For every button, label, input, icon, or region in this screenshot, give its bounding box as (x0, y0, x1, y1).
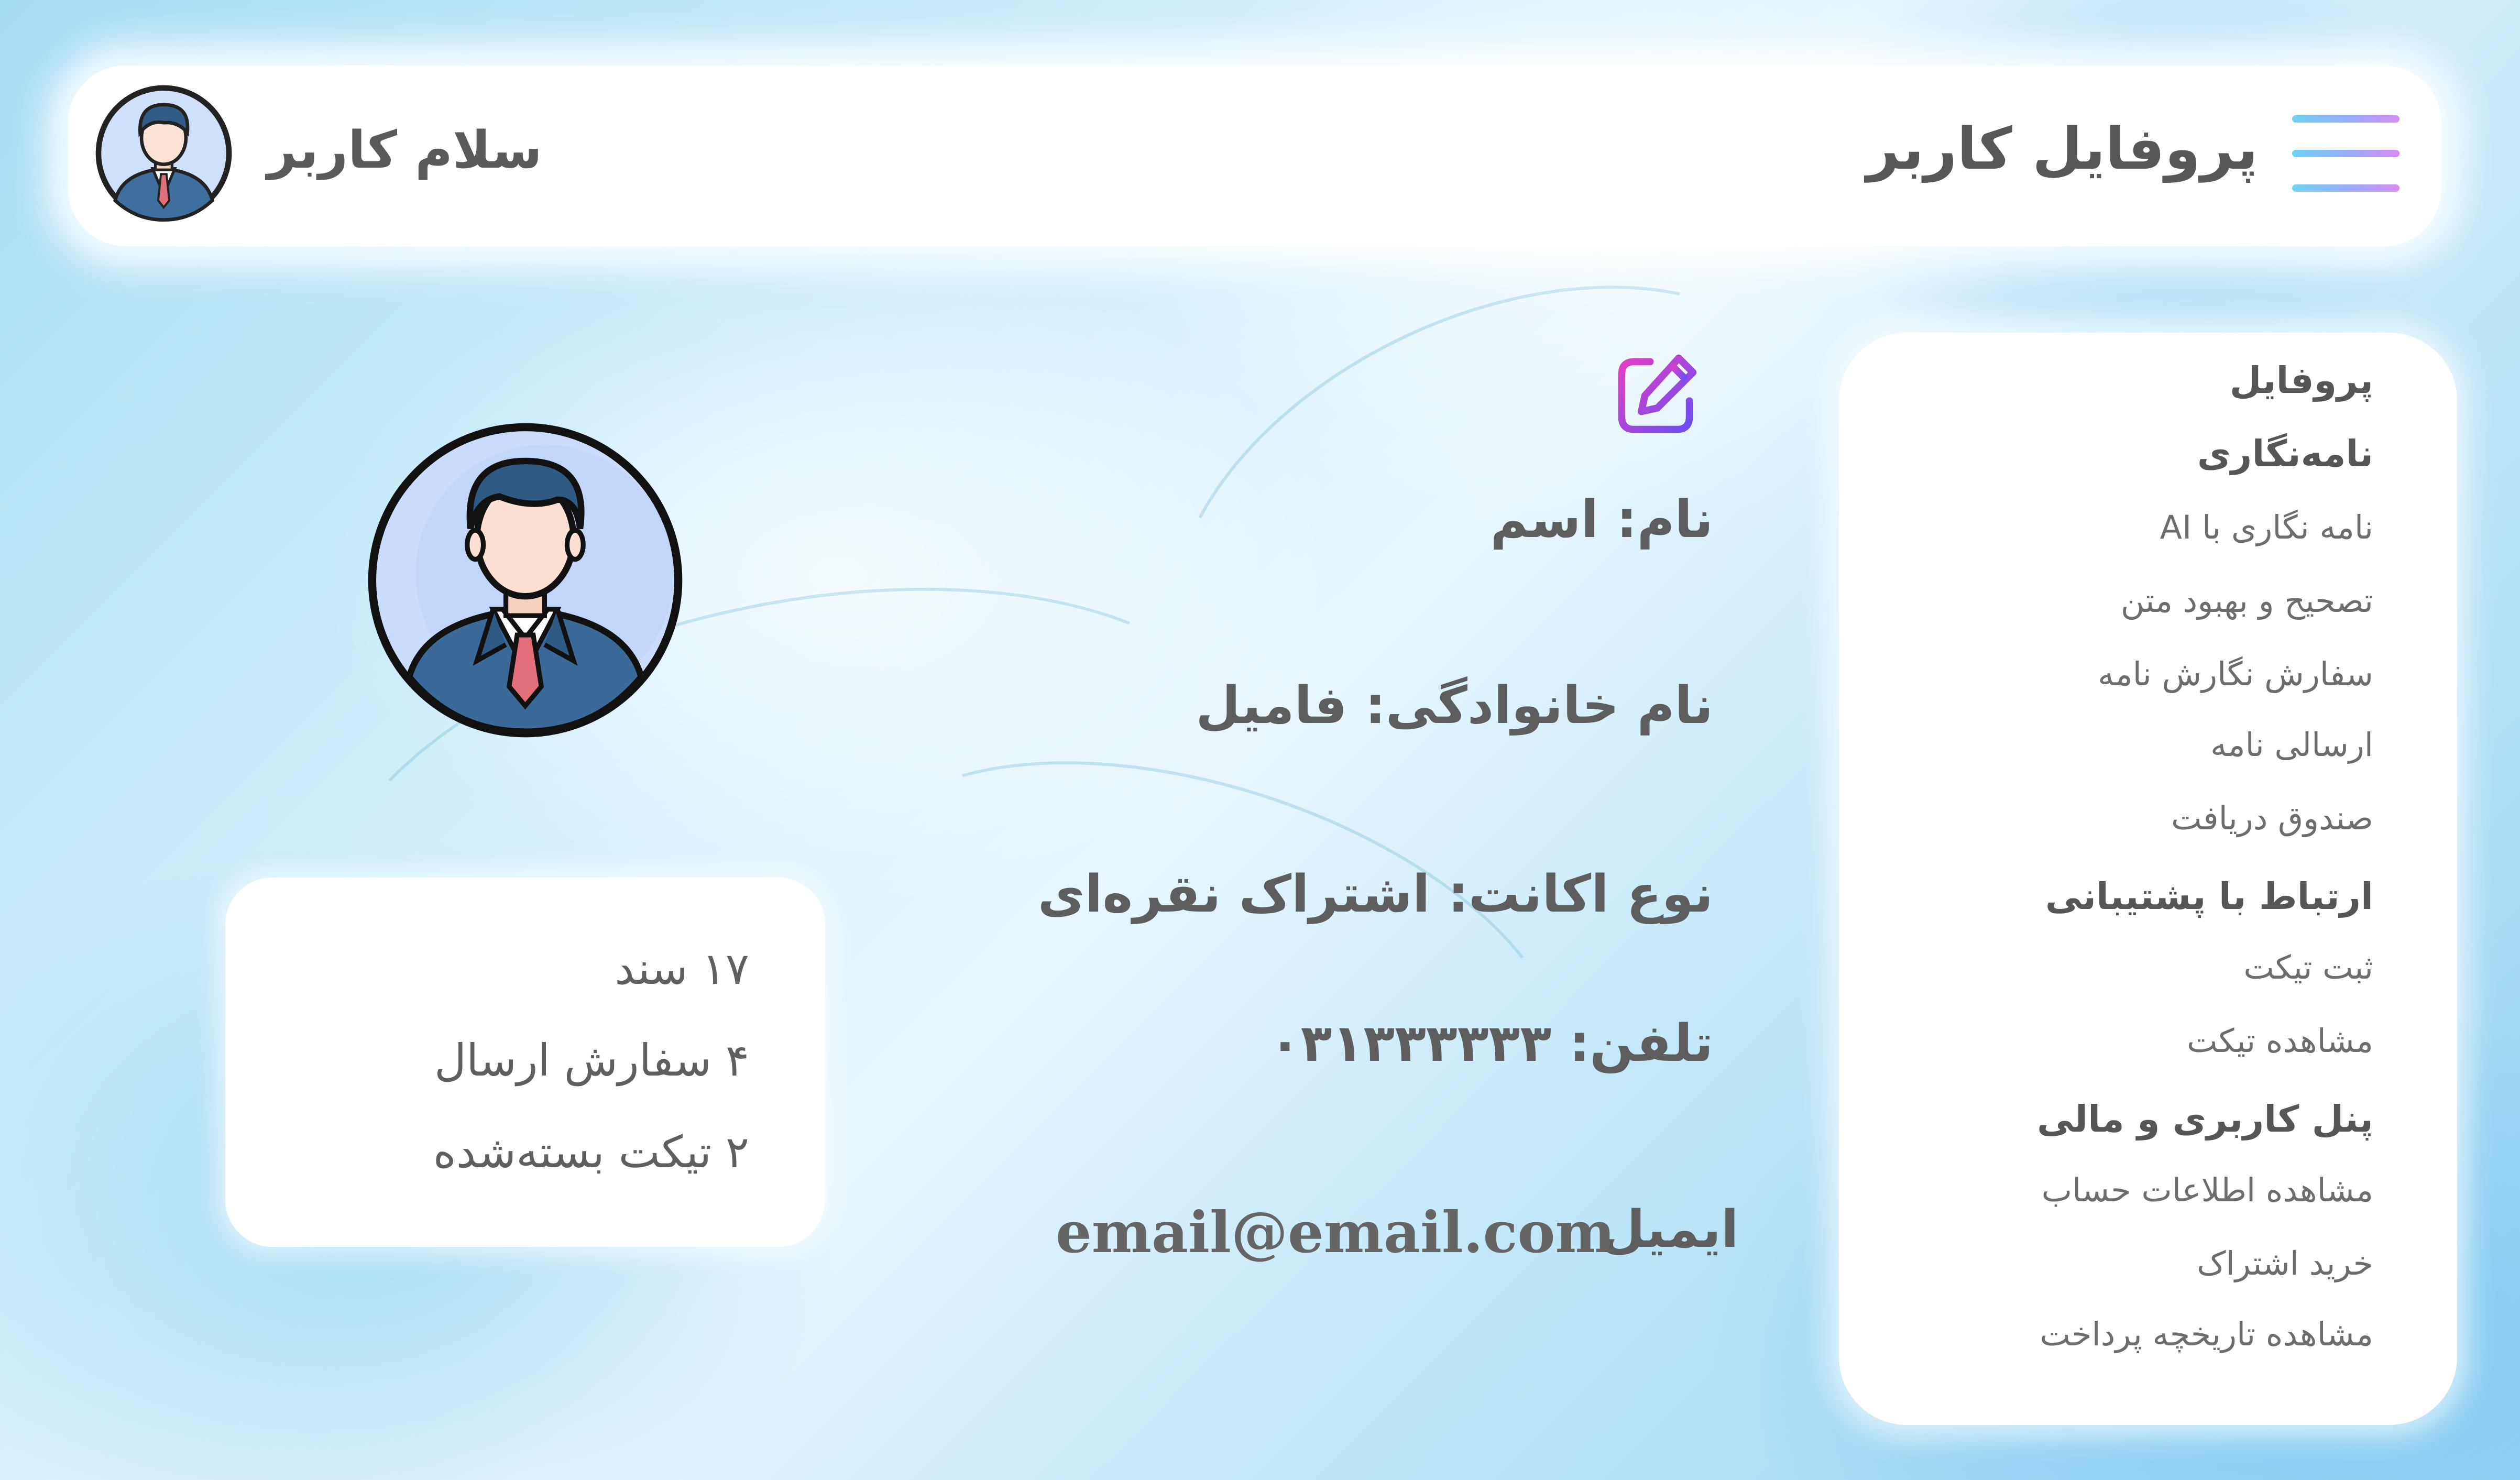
sidebar-item-ai-letter[interactable]: نامه نگاری با AI (2160, 508, 2373, 546)
hamburger-menu-icon[interactable] (2292, 115, 2400, 194)
sidebar-item-view-tickets[interactable]: مشاهده تیکت (2187, 1022, 2373, 1060)
profile-name: نام: اسم (1490, 490, 1713, 550)
stat-tickets: ۲ تیکت بسته‌شده (433, 1126, 749, 1178)
page-title: پروفایل کاربر (1866, 115, 2258, 182)
sidebar-section-account-finance[interactable]: پنل کاربری و مالی (2037, 1098, 2373, 1141)
sidebar-section-letter-writing[interactable]: نامه‌نگاری (2197, 432, 2373, 475)
header-greeting: سلام کاربر (267, 120, 542, 180)
profile-phone: تلفن: ۰۳۱۳۳۳۳۳۳ (1269, 1014, 1713, 1073)
sidebar-item-payment-history[interactable]: مشاهده تاریخچه پرداخت (2040, 1315, 2373, 1353)
header-avatar-icon[interactable] (94, 84, 233, 223)
sidebar-menu: پروفایل نامه‌نگاری نامه نگاری با AI تصحی… (1839, 333, 2457, 1425)
email-label: ایمیل (1601, 1200, 1739, 1259)
profile-avatar-icon (368, 423, 683, 738)
stats-card: ۱۷ سند ۴ سفارش ارسال ۲ تیکت بسته‌شده (225, 878, 825, 1247)
profile-account-type: نوع اکانت: اشتراک نقره‌ای (1037, 864, 1713, 924)
sidebar-item-sent-letters[interactable]: ارسالی نامه (2210, 726, 2373, 764)
sidebar-item-buy-subscription[interactable]: خرید اشتراک (2197, 1244, 2373, 1282)
edit-icon[interactable] (1611, 351, 1700, 440)
stat-documents: ۱۷ سند (615, 943, 749, 994)
sidebar-section-support[interactable]: ارتباط با پشتیبانی (2045, 875, 2373, 918)
profile-family: نام خانوادگی: فامیل (1196, 676, 1713, 736)
sidebar-item-new-ticket[interactable]: ثبت تیکت (2243, 948, 2373, 986)
sidebar-item-text-correction[interactable]: تصحیح و بهبود متن (2121, 582, 2373, 620)
sidebar-item-order-letter[interactable]: سفارش نگارش نامه (2098, 655, 2373, 693)
sidebar-item-account-info[interactable]: مشاهده اطلاعات حساب (2042, 1171, 2373, 1209)
sidebar-item-profile[interactable]: پروفایل (2230, 359, 2373, 402)
sidebar-item-inbox[interactable]: صندوق دریافت (2171, 799, 2373, 837)
email-value: email@email.com (1056, 1200, 1615, 1266)
stat-orders: ۴ سفارش ارسال (434, 1035, 749, 1086)
